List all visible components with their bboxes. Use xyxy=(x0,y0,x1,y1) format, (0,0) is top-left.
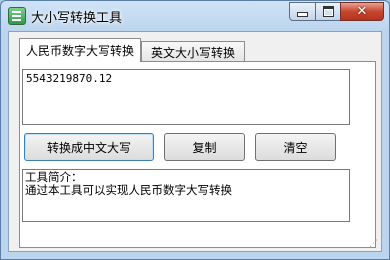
resize-grip-icon[interactable]: ⋰ xyxy=(369,239,378,249)
intro-text: 通过本工具可以实现人民币数字大写转换 xyxy=(25,183,232,197)
minimize-icon xyxy=(297,12,308,17)
clear-button[interactable]: 清空 xyxy=(255,133,336,161)
close-icon: ✕ xyxy=(356,4,368,19)
app-window: 大小写转换工具 ✕ 人民币数字大写转换 英文大小写转换 5543219870.1… xyxy=(0,0,390,260)
tab-english-case[interactable]: 英文大小写转换 xyxy=(141,41,245,63)
close-button[interactable]: ✕ xyxy=(340,2,384,21)
client-area: 人民币数字大写转换 英文大小写转换 5543219870.12 转换成中文大写 … xyxy=(8,31,382,252)
maximize-button[interactable] xyxy=(315,2,341,21)
window-title: 大小写转换工具 xyxy=(31,11,123,26)
app-icon xyxy=(8,7,26,25)
convert-button[interactable]: 转换成中文大写 xyxy=(24,133,154,161)
title-bar[interactable]: 大小写转换工具 ✕ xyxy=(1,1,389,31)
minimize-button[interactable] xyxy=(289,2,316,21)
tab-rmb-uppercase[interactable]: 人民币数字大写转换 xyxy=(19,38,141,62)
intro-textarea[interactable]: 工具简介： 通过本工具可以实现人民币数字大写转换 xyxy=(22,169,350,222)
copy-button[interactable]: 复制 xyxy=(164,133,245,161)
amount-input[interactable]: 5543219870.12 xyxy=(22,69,350,125)
maximize-icon xyxy=(322,6,334,17)
